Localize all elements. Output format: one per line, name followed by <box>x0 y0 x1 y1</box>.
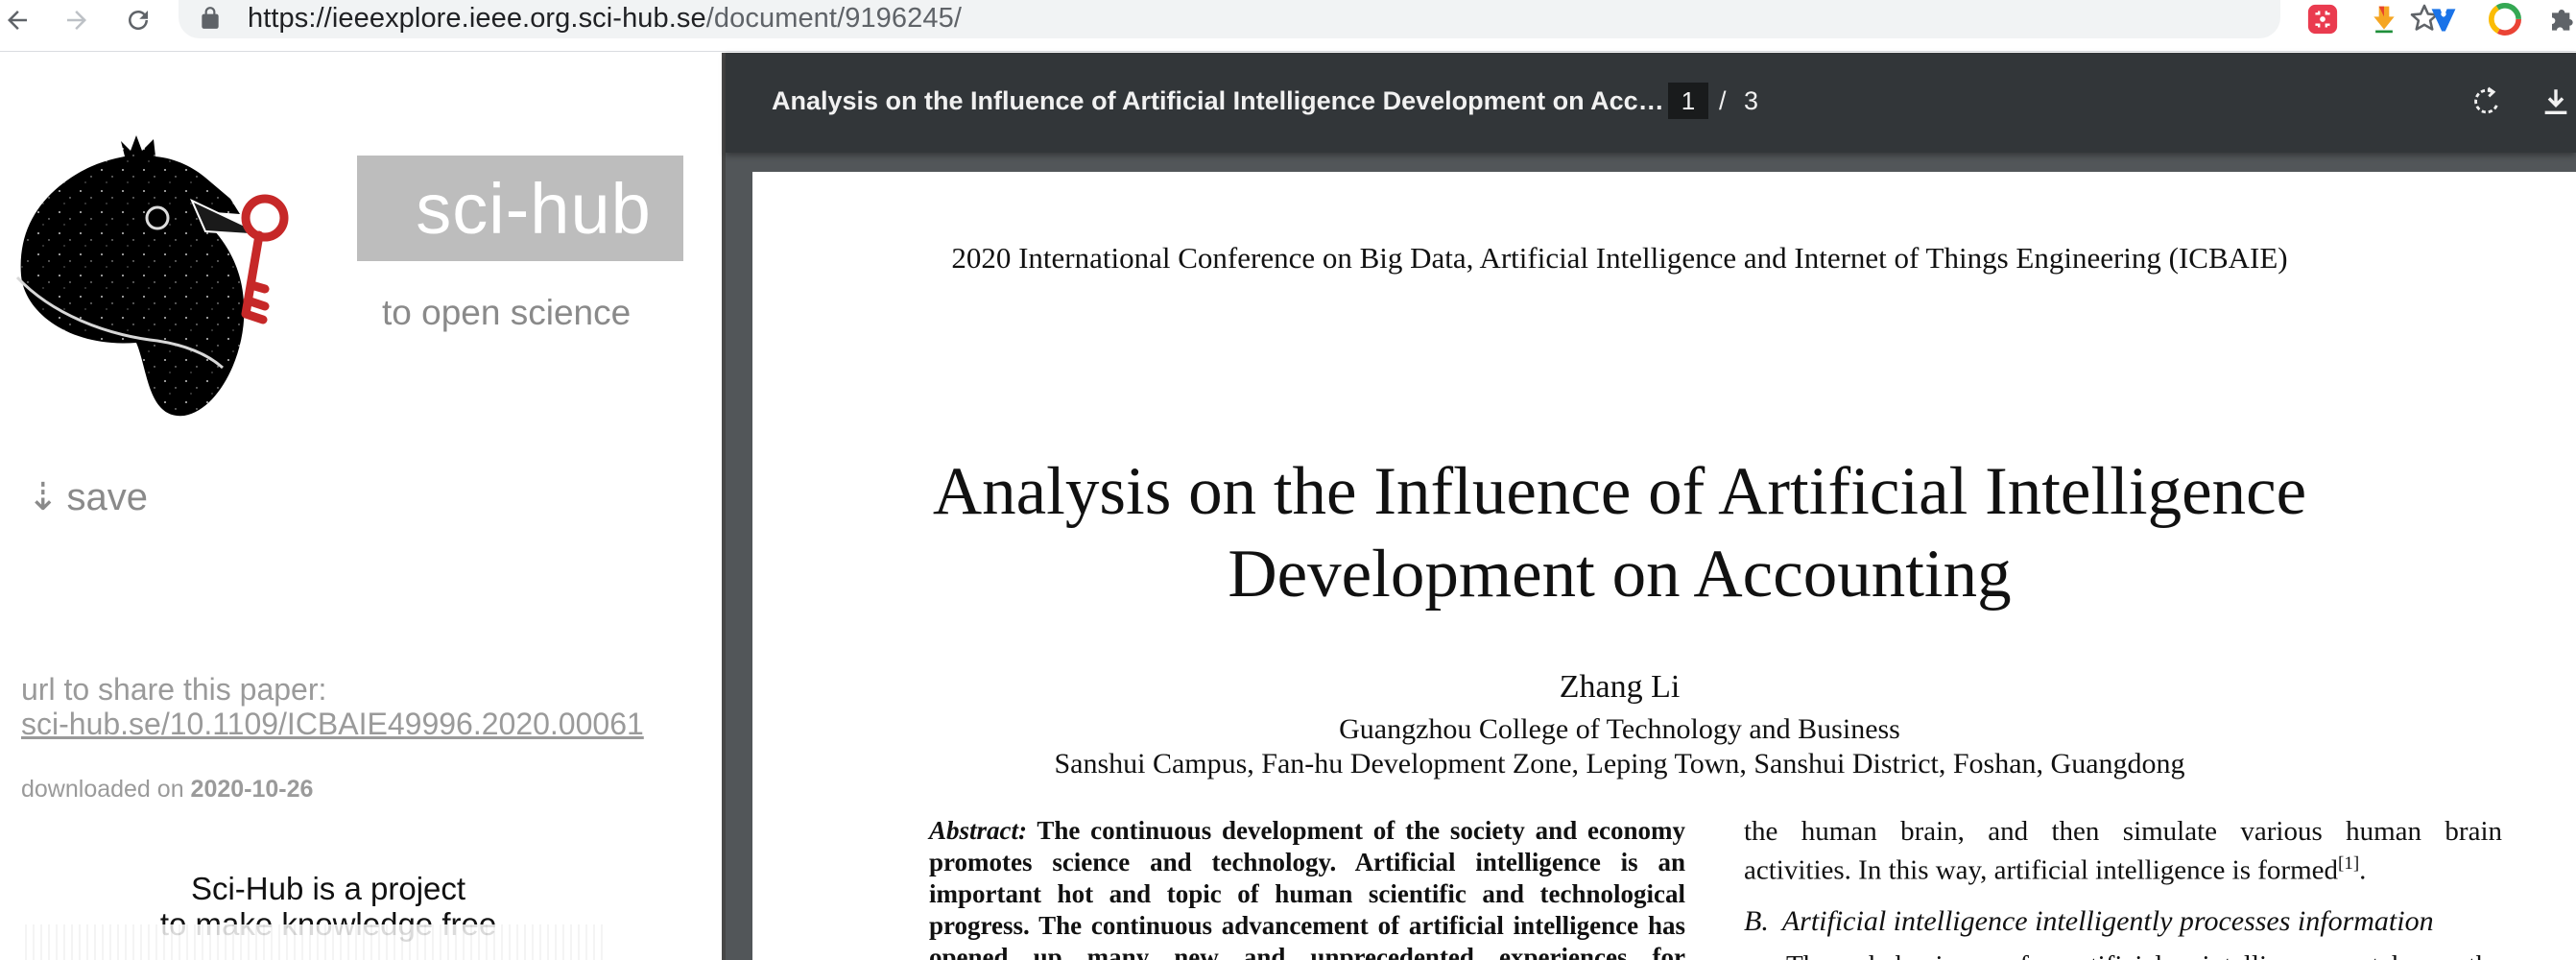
arrow-right-icon <box>67 11 86 30</box>
scihub-panel: sci-hub to open science ⇣ save url to sh… <box>0 53 722 960</box>
right-column-line-3: The behavior of artificial intelligence … <box>1744 949 2502 960</box>
page-total: 3 <box>1744 86 1759 115</box>
scihub-raven-logo-icon[interactable] <box>13 122 307 420</box>
lock-icon <box>202 7 219 29</box>
paper-title: Analysis on the Influence of Artificial … <box>752 450 2487 615</box>
section-heading: B. Artificial intelligence intelligently … <box>1744 905 2434 938</box>
url-path: /document/9196245/ <box>705 3 962 34</box>
affiliation-line-1: Guangzhou College of Technology and Busi… <box>1339 713 1900 745</box>
share-url-label: url to share this paper: <box>21 672 327 707</box>
right-column-line-2: activities. In this way, artificial inte… <box>1744 848 2502 887</box>
right-column-period: . <box>2359 854 2367 886</box>
reload-button[interactable] <box>121 3 155 37</box>
scroll-fade-overlay <box>19 924 607 960</box>
url-text: https://ieeexplore.ieee.org.sci-hub.se/d… <box>248 3 962 35</box>
share-url-link[interactable]: sci-hub.se/10.1109/ICBAIE49996.2020.0006… <box>21 707 644 742</box>
forward-button[interactable] <box>60 3 94 37</box>
paper-title-line-2: Development on Accounting <box>1228 537 2012 612</box>
save-label: save <box>66 475 149 518</box>
back-button[interactable] <box>0 3 35 37</box>
pdf-document-title: Analysis on the Influence of Artificial … <box>772 86 1672 115</box>
save-button[interactable]: ⇣ save <box>27 475 148 519</box>
reload-icon <box>129 11 148 30</box>
download-icon[interactable] <box>2540 85 2572 118</box>
address-bar[interactable]: https://ieeexplore.ieee.org.sci-hub.se/d… <box>179 0 2439 38</box>
scihub-brand-box[interactable]: sci-hub <box>357 156 683 261</box>
download-extension-icon[interactable] <box>2367 2 2401 36</box>
tagline: to open science <box>382 293 632 332</box>
pdf-page: 2020 International Conference on Big Dat… <box>752 172 2576 960</box>
conference-header: 2020 International Conference on Big Dat… <box>951 241 2288 275</box>
abstract-label: Abstract: <box>929 816 1028 845</box>
downloaded-date: 2020-10-26 <box>190 776 314 803</box>
right-column: the human brain, and then simulate vario… <box>1744 815 2502 960</box>
chrome-colorful-extension-icon[interactable] <box>2488 2 2522 36</box>
right-column-text: activities. In this way, artificial inte… <box>1744 854 2338 886</box>
url-host: https://ieeexplore.ieee.org.sci-hub.se <box>248 3 706 34</box>
screenshot-extension-icon[interactable] <box>2305 2 2340 36</box>
brand-text: sci-hub <box>416 168 652 249</box>
abstract: Abstract: The continuous development of … <box>929 815 1685 960</box>
page-number-input[interactable]: 1 <box>1668 83 1708 119</box>
downloaded-prefix: downloaded on <box>21 776 184 803</box>
browser-toolbar: https://ieeexplore.ieee.org.sci-hub.se/d… <box>0 0 2576 52</box>
project-line-1: Sci-Hub is a project <box>190 871 466 906</box>
download-arrow-icon: ⇣ <box>27 476 60 518</box>
pdf-viewer: Analysis on the Influence of Artificial … <box>726 53 2576 960</box>
page-separator: / <box>1719 86 1727 115</box>
right-column-line-1: the human brain, and then simulate vario… <box>1744 816 2502 847</box>
author-name: Zhang Li <box>1559 669 1681 705</box>
abstract-text: The continuous development of the societ… <box>929 816 1686 960</box>
puzzle-extension-icon[interactable] <box>2547 2 2576 36</box>
vpn-extension-icon[interactable] <box>2426 2 2461 36</box>
rotate-icon[interactable] <box>2470 85 2503 118</box>
pdf-toolbar: Analysis on the Influence of Artificial … <box>726 53 2576 153</box>
downloaded-info: downloaded on 2020-10-26 <box>21 776 313 804</box>
affiliation-line-2: Sanshui Campus, Fan-hu Development Zone,… <box>1054 748 2185 780</box>
section-title: Artificial intelligence intelligently pr… <box>1781 905 2434 937</box>
arrow-left-icon <box>8 11 27 30</box>
paper-title-line-1: Analysis on the Influence of Artificial … <box>932 454 2307 529</box>
section-number: B. <box>1744 905 1769 937</box>
citation-ref: [1] <box>2338 853 2360 874</box>
